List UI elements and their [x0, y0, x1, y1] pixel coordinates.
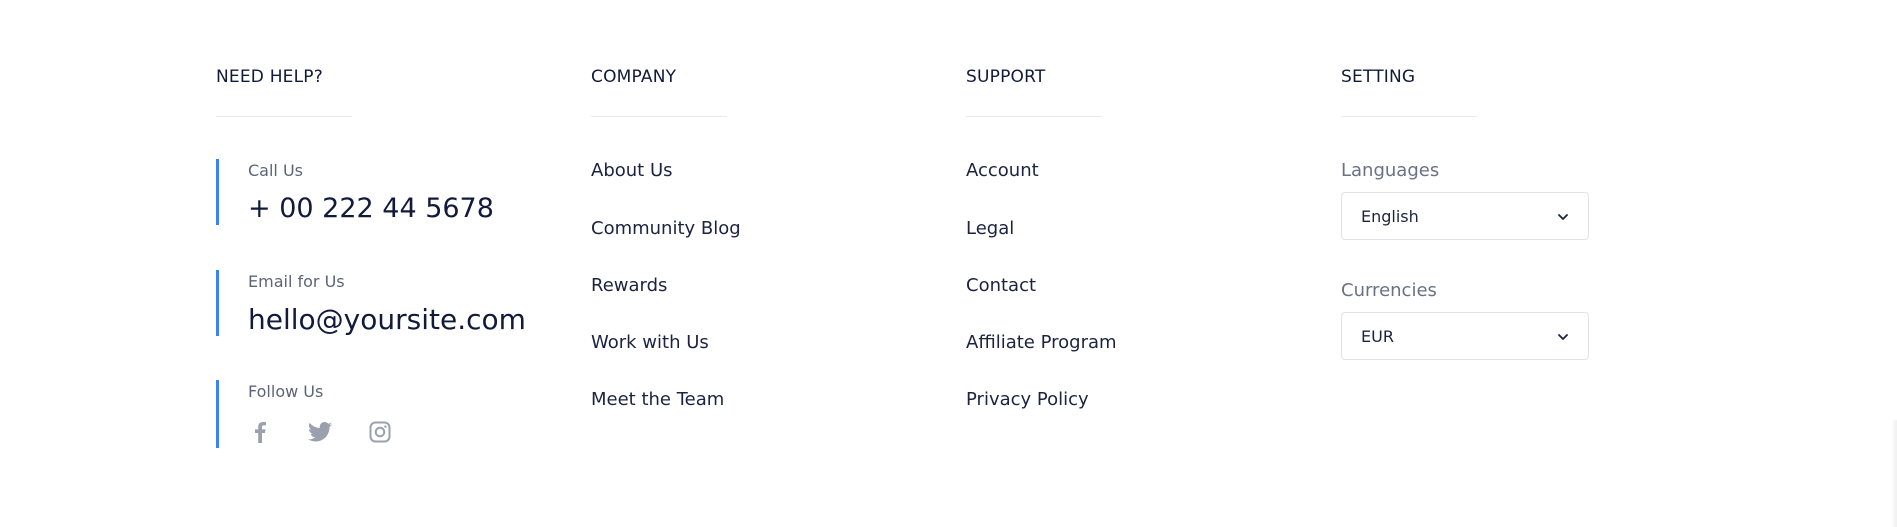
contact-link[interactable]: Contact — [966, 275, 1036, 296]
setting-divider — [1341, 116, 1477, 117]
site-footer: NEED HELP? Call Us + 00 222 44 5678 Emai… — [0, 0, 1897, 527]
call-us-block: Call Us + 00 222 44 5678 — [216, 159, 494, 225]
company-divider — [591, 116, 727, 117]
scroll-edge-shadow — [1891, 420, 1897, 527]
follow-us-block: Follow Us — [216, 380, 391, 448]
facebook-icon[interactable] — [248, 420, 272, 444]
setting-title: SETTING — [1341, 67, 1416, 87]
twitter-icon[interactable] — [308, 420, 332, 444]
currency-select-value: EUR — [1361, 327, 1394, 346]
support-title: SUPPORT — [966, 67, 1046, 87]
company-title: COMPANY — [591, 67, 677, 87]
language-select-value: English — [1361, 207, 1419, 226]
support-divider — [966, 116, 1102, 117]
email-label: Email for Us — [248, 272, 345, 291]
need-help-divider — [216, 116, 352, 117]
community-blog-link[interactable]: Community Blog — [591, 218, 741, 239]
social-links — [248, 420, 392, 444]
affiliate-program-link[interactable]: Affiliate Program — [966, 332, 1117, 353]
email-link[interactable]: hello@yoursite.com — [248, 303, 526, 336]
about-us-link[interactable]: About Us — [591, 160, 673, 181]
need-help-title: NEED HELP? — [216, 67, 323, 87]
language-select[interactable]: English — [1341, 192, 1589, 240]
instagram-icon[interactable] — [368, 420, 392, 444]
work-with-us-link[interactable]: Work with Us — [591, 332, 709, 353]
legal-link[interactable]: Legal — [966, 218, 1014, 239]
currencies-label: Currencies — [1341, 280, 1437, 301]
chevron-down-icon — [1558, 334, 1568, 340]
currency-select[interactable]: EUR — [1341, 312, 1589, 360]
chevron-down-icon — [1558, 214, 1568, 220]
languages-label: Languages — [1341, 160, 1440, 181]
meet-the-team-link[interactable]: Meet the Team — [591, 389, 724, 410]
account-link[interactable]: Account — [966, 160, 1039, 181]
privacy-policy-link[interactable]: Privacy Policy — [966, 389, 1089, 410]
email-block: Email for Us hello@yoursite.com — [216, 270, 526, 336]
rewards-link[interactable]: Rewards — [591, 275, 667, 296]
phone-number-link[interactable]: + 00 222 44 5678 — [248, 193, 494, 224]
follow-us-label: Follow Us — [248, 382, 324, 401]
call-us-label: Call Us — [248, 161, 303, 180]
